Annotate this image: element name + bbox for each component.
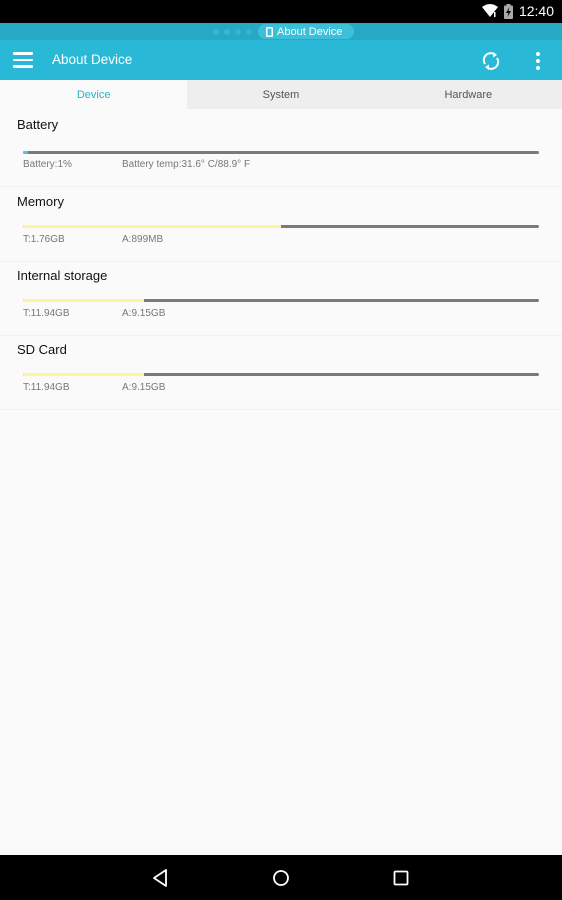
- toolbar: About Device: [0, 40, 562, 80]
- memory-available: A:899MB: [122, 234, 164, 245]
- sd-card-bar: [23, 373, 539, 376]
- internal-storage-section: Internal storage T:11.94GB A:9.15GB: [0, 262, 562, 336]
- internal-storage-bar: [23, 299, 539, 302]
- memory-bar: [23, 225, 539, 228]
- tab-bar: Device System Hardware: [0, 80, 562, 109]
- sd-available: A:9.15GB: [122, 382, 166, 393]
- section-title: Battery: [17, 117, 59, 132]
- navigation-bar: [0, 855, 562, 900]
- tab-device[interactable]: Device: [0, 80, 188, 109]
- status-bar: 12:40: [0, 0, 562, 23]
- memory-total: T:1.76GB: [23, 234, 65, 245]
- internal-total: T:11.94GB: [23, 308, 70, 319]
- battery-temp: Battery temp:31.6° C/88.9° F: [122, 159, 251, 170]
- notification-pill[interactable]: About Device: [258, 24, 354, 39]
- more-vert-icon[interactable]: [528, 49, 548, 73]
- internal-available: A:9.15GB: [122, 308, 166, 319]
- page-title: About Device: [52, 52, 133, 67]
- refresh-icon[interactable]: [480, 50, 502, 72]
- battery-level: Battery:1%: [23, 159, 72, 170]
- wifi-icon: [481, 4, 498, 17]
- section-title: Internal storage: [17, 268, 108, 283]
- internal-storage-bar-fill: [23, 299, 144, 302]
- recents-icon[interactable]: [390, 867, 412, 889]
- notification-label: About Device: [277, 25, 343, 38]
- battery-section: Battery Battery:1% Battery temp:31.6° C/…: [0, 109, 562, 187]
- hamburger-icon[interactable]: [13, 52, 33, 68]
- tab-system[interactable]: System: [187, 80, 374, 109]
- clock: 12:40: [518, 3, 554, 19]
- section-title: SD Card: [17, 342, 67, 357]
- sd-total: T:11.94GB: [23, 382, 70, 393]
- section-title: Memory: [17, 194, 64, 209]
- battery-bar-fill: [23, 151, 29, 154]
- battery-charging-icon: [503, 3, 513, 19]
- notification-strip: About Device: [0, 23, 562, 40]
- memory-section: Memory T:1.76GB A:899MB: [0, 187, 562, 262]
- sd-card-bar-fill: [23, 373, 144, 376]
- home-icon[interactable]: [270, 867, 292, 889]
- tab-hardware[interactable]: Hardware: [375, 80, 562, 109]
- memory-bar-fill: [23, 225, 281, 228]
- sd-card-section: SD Card T:11.94GB A:9.15GB: [0, 336, 562, 410]
- phone-icon: [266, 26, 273, 37]
- back-icon[interactable]: [150, 867, 172, 889]
- device-content: Battery Battery:1% Battery temp:31.6° C/…: [0, 109, 562, 410]
- battery-bar: [23, 151, 539, 154]
- page-dots: [213, 29, 252, 35]
